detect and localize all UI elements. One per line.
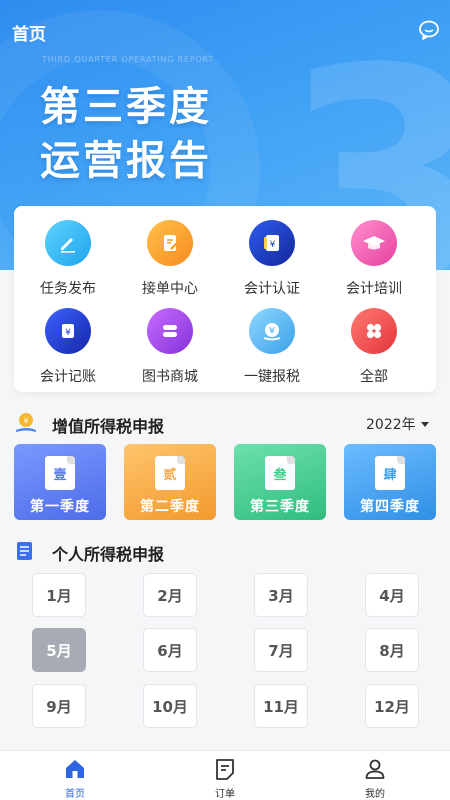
month-button[interactable]: 2月: [143, 573, 197, 617]
medal-icon: ¥: [14, 412, 38, 438]
chevron-down-icon: [420, 421, 429, 427]
month-button[interactable]: 10月: [143, 684, 197, 728]
service-all[interactable]: 全部: [324, 308, 424, 386]
year-selector[interactable]: 2022年: [366, 414, 429, 434]
quarter-glyph: 壹: [45, 456, 75, 490]
page-title: 首页: [12, 25, 46, 45]
month-button[interactable]: 4月: [365, 573, 419, 617]
bottom-tab-bar: 首页 订单 我的: [0, 750, 450, 800]
quarter-label: 第三季度: [250, 499, 310, 515]
message-icon[interactable]: [418, 20, 440, 40]
yuan-icon: ¥: [45, 308, 91, 354]
hero-title-line2: 运营报告: [40, 138, 212, 184]
tab-label: 订单: [215, 789, 235, 800]
tab-home[interactable]: 首页: [25, 751, 125, 800]
service-accounting-training[interactable]: 会计培训: [324, 220, 424, 298]
quarter-glyph: 肆: [375, 456, 405, 490]
service-one-click-tax[interactable]: ¥ 一键报税: [222, 308, 322, 386]
tab-profile[interactable]: 我的: [325, 751, 425, 800]
quarter-glyph: 贰: [155, 456, 185, 490]
service-book-mall[interactable]: 图书商城: [120, 308, 220, 386]
service-bookkeeping[interactable]: ¥ 会计记账: [18, 308, 118, 386]
svg-text:¥: ¥: [269, 327, 275, 337]
tax-icon: ¥: [249, 308, 295, 354]
svg-text:¥: ¥: [65, 328, 71, 338]
quarter-glyph: 叁: [265, 456, 295, 490]
service-task-publish[interactable]: 任务发布: [18, 220, 118, 298]
book-icon: [147, 308, 193, 354]
service-label: 图书商城: [142, 369, 198, 385]
quarter-label: 第二季度: [140, 499, 200, 515]
service-label: 会计培训: [346, 281, 402, 297]
grid-icon: [351, 308, 397, 354]
month-button[interactable]: 3月: [254, 573, 308, 617]
quarter-card-q1[interactable]: 壹 第一季度: [14, 444, 106, 520]
home-icon: [63, 757, 87, 781]
quarter-card-q2[interactable]: 贰 第二季度: [124, 444, 216, 520]
document-icon: [14, 540, 36, 566]
order-icon: [147, 220, 193, 266]
service-order-center[interactable]: 接单中心: [120, 220, 220, 298]
vat-section-title: 增值所得税申报: [52, 417, 165, 436]
month-button[interactable]: 1月: [32, 573, 86, 617]
svg-text:¥: ¥: [23, 417, 28, 426]
service-accounting-cert[interactable]: ¥ 会计认证: [222, 220, 322, 298]
month-button[interactable]: 9月: [32, 684, 86, 728]
service-grid-card: 任务发布 接单中心 ¥ 会计认证 会计培训 ¥ 会计记账 图书商城 ¥ 一键报税: [14, 206, 436, 392]
service-label: 会计记账: [40, 369, 96, 385]
month-button[interactable]: 12月: [365, 684, 419, 728]
year-value: 2022年: [366, 417, 416, 433]
service-label: 一键报税: [244, 369, 300, 385]
month-button-selected[interactable]: 5月: [32, 628, 86, 672]
month-button[interactable]: 6月: [143, 628, 197, 672]
quarter-label: 第四季度: [360, 499, 420, 515]
hero-title-line1: 第三季度: [40, 84, 212, 130]
quarter-card-q4[interactable]: 肆 第四季度: [344, 444, 436, 520]
service-label: 会计认证: [244, 281, 300, 297]
graduation-cap-icon: [351, 220, 397, 266]
ledger-icon: ¥: [249, 220, 295, 266]
service-label: 接单中心: [142, 281, 198, 297]
edit-icon: [45, 220, 91, 266]
tab-label: 首页: [65, 789, 85, 800]
service-label: 全部: [360, 369, 388, 385]
svg-text:¥: ¥: [270, 240, 276, 250]
user-icon: [363, 757, 387, 781]
service-label: 任务发布: [40, 281, 96, 297]
order-list-icon: [213, 757, 237, 781]
hero-subtitle: THIRD QUARTER OPERATING REPORT: [42, 55, 214, 64]
quarter-label: 第一季度: [30, 499, 90, 515]
personal-section-title: 个人所得税申报: [52, 545, 165, 564]
month-button[interactable]: 8月: [365, 628, 419, 672]
tab-label: 我的: [365, 789, 385, 800]
tab-orders[interactable]: 订单: [175, 751, 275, 800]
quarter-card-q3[interactable]: 叁 第三季度: [234, 444, 326, 520]
month-button[interactable]: 7月: [254, 628, 308, 672]
month-button[interactable]: 11月: [254, 684, 308, 728]
